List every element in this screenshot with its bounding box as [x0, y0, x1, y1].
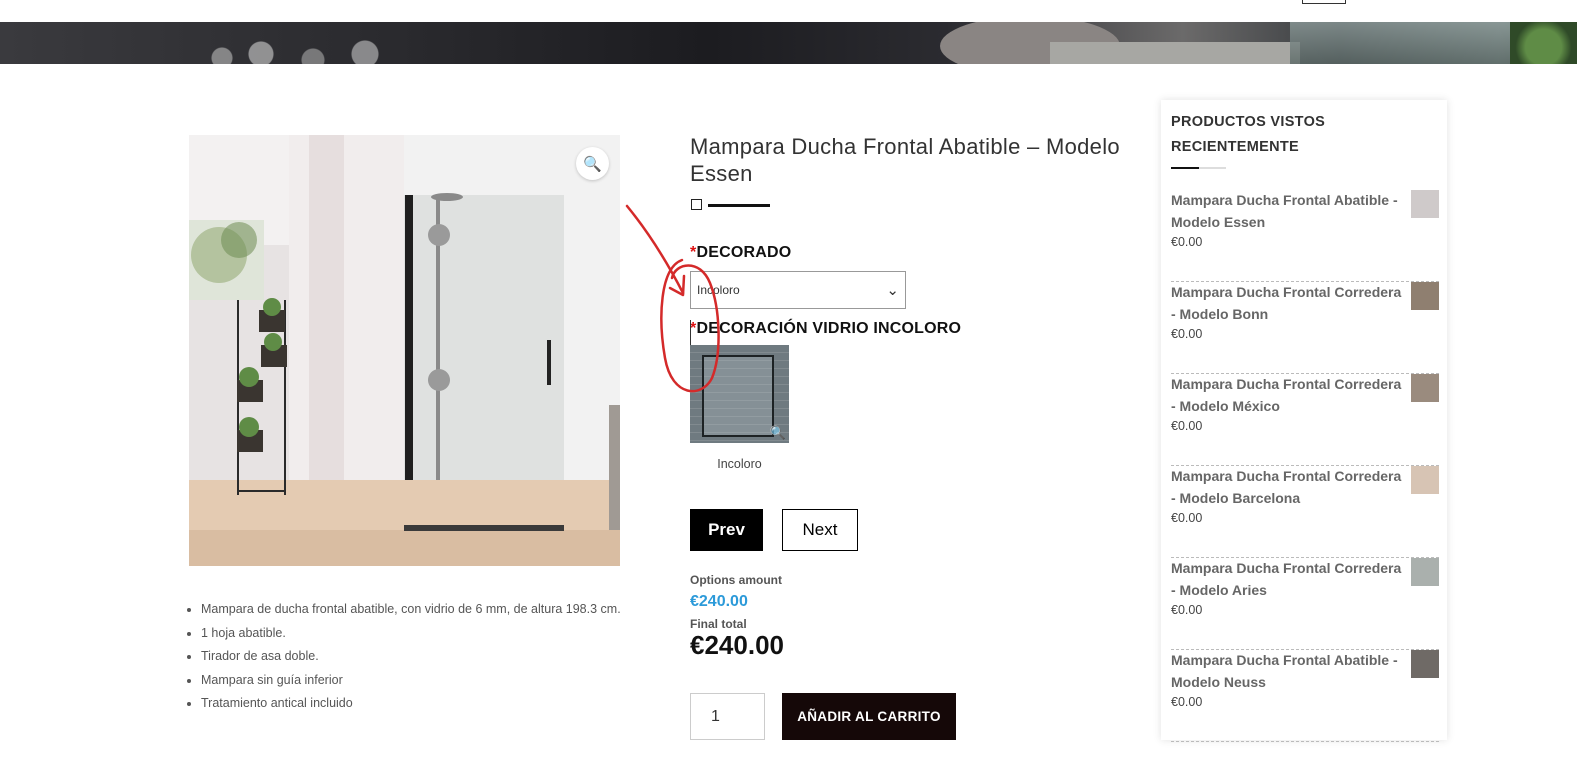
product-features-list: Mampara de ducha frontal abatible, con v… — [201, 598, 621, 716]
recent-product-item[interactable]: Mampara Ducha Frontal Corredera - Modelo… — [1171, 558, 1439, 650]
quantity-input[interactable]: 1 — [690, 693, 765, 740]
recent-product-thumb[interactable] — [1411, 190, 1439, 218]
recent-product-name[interactable]: Mampara Ducha Frontal Corredera - Modelo… — [1171, 466, 1406, 509]
recent-product-name[interactable]: Mampara Ducha Frontal Corredera - Modelo… — [1171, 558, 1406, 601]
hero-stones — [170, 30, 430, 64]
top-header — [0, 0, 1577, 22]
magnifier-icon[interactable]: 🔍 — [576, 147, 609, 180]
recent-product-thumb[interactable] — [1411, 558, 1439, 586]
final-total-label: Final total — [690, 617, 747, 631]
swatch-label: Incoloro — [717, 457, 762, 471]
product-main-image[interactable] — [189, 135, 620, 566]
magnifier-icon[interactable]: 🔍 — [770, 425, 786, 441]
vidrio-label: *DECORACIÓN VIDRIO INCOLORO — [690, 320, 961, 338]
recent-product-item[interactable]: Mampara Ducha Frontal Corredera - Modelo… — [1171, 282, 1439, 374]
recent-product-item[interactable]: Mampara Ducha Frontal Corredera - Modelo… — [1171, 466, 1439, 558]
recent-product-item[interactable]: Mampara Ducha Frontal Corredera - Modelo… — [1171, 374, 1439, 466]
recent-product-price: €0.00 — [1171, 603, 1203, 617]
header-widget[interactable] — [1302, 0, 1346, 4]
recent-product-price: €0.00 — [1171, 419, 1203, 433]
recent-product-price: €0.00 — [1171, 327, 1203, 341]
sidebar-title-underline — [1171, 167, 1226, 169]
feature-item: Mampara de ducha frontal abatible, con v… — [201, 598, 621, 622]
sidebar-title: PRODUCTOS VISTOS RECIENTEMENTE — [1171, 114, 1326, 155]
options-amount-label: Options amount — [690, 573, 782, 587]
recent-product-price: €0.00 — [1171, 511, 1203, 525]
recent-product-thumb[interactable] — [1411, 466, 1439, 494]
next-button[interactable]: Next — [782, 509, 858, 551]
feature-item: Mampara sin guía inferior — [201, 669, 621, 693]
recent-product-name[interactable]: Mampara Ducha Frontal Abatible - Modelo … — [1171, 190, 1406, 233]
feature-item: Tratamiento antical incluido — [201, 692, 621, 716]
recent-product-name[interactable]: Mampara Ducha Frontal Corredera - Modelo… — [1171, 282, 1406, 325]
recent-product-item[interactable]: Mampara Ducha Frontal Abatible - Modelo … — [1171, 650, 1439, 742]
final-total-value: €240.00 — [690, 630, 784, 660]
feature-item: Tirador de asa doble. — [201, 645, 621, 669]
recent-product-item[interactable]: Mampara Ducha Frontal Abatible - Modelo … — [1171, 190, 1439, 282]
recent-product-thumb[interactable] — [1411, 650, 1439, 678]
chevron-down-icon: ⌄ — [886, 282, 899, 299]
options-amount-value: €240.00 — [690, 593, 748, 610]
recent-product-price: €0.00 — [1171, 235, 1203, 249]
vidrio-label-text: DECORACIÓN VIDRIO INCOLORO — [696, 320, 962, 337]
annotation-scribble — [625, 204, 720, 393]
hero-plant — [1510, 22, 1577, 64]
add-to-cart-button[interactable]: AÑADIR AL CARRITO — [782, 693, 956, 740]
hero-shelf — [1050, 42, 1300, 64]
hero-glass — [1290, 22, 1520, 64]
recent-product-thumb[interactable] — [1411, 374, 1439, 402]
hero-banner — [0, 22, 1577, 64]
recently-viewed-sidebar: PRODUCTOS VISTOS RECIENTEMENTE Mampara D… — [1161, 100, 1447, 742]
recent-product-thumb[interactable] — [1411, 282, 1439, 310]
recent-product-name[interactable]: Mampara Ducha Frontal Corredera - Modelo… — [1171, 374, 1406, 417]
recent-product-name[interactable]: Mampara Ducha Frontal Abatible - Modelo … — [1171, 650, 1406, 693]
product-title: Mampara Ducha Frontal Abatible – Modelo … — [690, 134, 1120, 186]
recent-product-price: €0.00 — [1171, 695, 1203, 709]
feature-item: 1 hoja abatible. — [201, 622, 621, 646]
prev-button[interactable]: Prev — [690, 509, 763, 551]
